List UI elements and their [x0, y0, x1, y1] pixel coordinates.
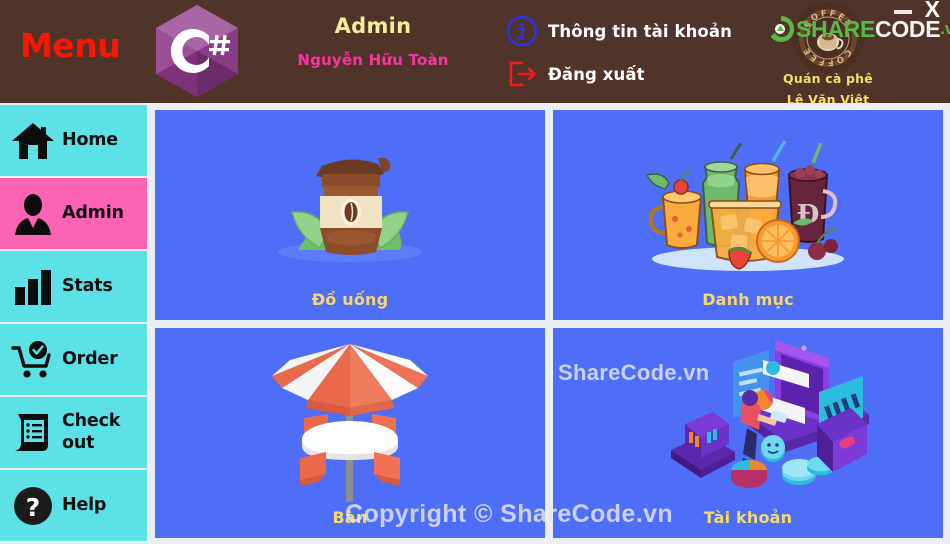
close-button[interactable]: X: [925, 0, 940, 21]
account-info-label: Thông tin tài khoản: [548, 21, 732, 41]
bar-chart-icon: [10, 264, 56, 310]
finance-isometric-art: [553, 332, 943, 502]
logout-link[interactable]: Đăng xuất: [505, 55, 775, 93]
sidebar-item-order[interactable]: Order: [0, 324, 147, 395]
account-info-link[interactable]: Thông tin tài khoản: [505, 12, 775, 50]
drinks-group-art: Ɖ: [553, 114, 943, 284]
admin-info-block: Admin Nguyễn Hữu Toàn: [258, 14, 488, 69]
sidebar-item-home[interactable]: Home: [0, 105, 147, 176]
tile-ban[interactable]: Bàn: [155, 328, 545, 538]
tile-do-uong[interactable]: Đồ uống: [155, 110, 545, 320]
sidebar-nav: Home Admin Stats Order Check out ? Help: [0, 105, 147, 544]
home-icon: [10, 118, 56, 164]
sidebar-item-help[interactable]: ? Help: [0, 470, 147, 541]
shop-brand: COFFEE COFFEE Quán cà phê Lê Văn Việt: [763, 1, 893, 103]
logout-icon: [505, 57, 539, 91]
tile-label: Bàn: [332, 508, 368, 527]
user-tie-icon: [10, 191, 56, 237]
info-circle-icon: [505, 14, 539, 48]
tile-label: Đồ uống: [311, 290, 389, 309]
minimize-button[interactable]: [894, 10, 912, 14]
tile-tai-khoan[interactable]: Tài khoản: [553, 328, 943, 538]
sidebar-item-label: Home: [62, 129, 118, 150]
page-title: Menu: [20, 26, 121, 65]
sidebar-item-label: Order: [62, 348, 118, 369]
admin-role-label: Admin: [334, 14, 412, 38]
tile-danh-muc[interactable]: Ɖ Danh mục: [553, 110, 943, 320]
sidebar-item-check-out[interactable]: Check out: [0, 397, 147, 468]
account-links: Thông tin tài khoản Đăng xuất: [505, 12, 775, 93]
admin-name-label: Nguyễn Hữu Toàn: [297, 51, 449, 69]
tile-label: Danh mục: [702, 290, 794, 309]
sidebar-item-stats[interactable]: Stats: [0, 251, 147, 322]
application-window: Menu Admin Nguyễn Hữu Toàn Thông tin tài…: [0, 0, 950, 544]
question-circle-icon: ?: [10, 483, 56, 529]
coffee-badge-icon: COFFEE COFFEE: [791, 1, 865, 75]
patio-table-umbrella-art: [155, 332, 545, 502]
receipt-icon: [10, 410, 56, 456]
logout-label: Đăng xuất: [548, 64, 645, 84]
svg-text:?: ?: [26, 493, 41, 522]
sidebar-item-label: Stats: [62, 275, 113, 296]
svg-text:Ɖ: Ɖ: [797, 200, 820, 230]
sidebar-item-label: Admin: [62, 202, 124, 223]
app-header: Menu Admin Nguyễn Hữu Toàn Thông tin tài…: [0, 0, 950, 103]
main-tile-grid: Đồ uống Ɖ Danh mục Bàn Tài khoản: [155, 110, 943, 538]
coffee-cup-art: [155, 114, 545, 284]
csharp-logo-icon: [152, 3, 242, 99]
sidebar-item-label: Check out: [62, 410, 121, 453]
tile-label: Tài khoản: [703, 508, 793, 527]
sidebar-item-label: Help: [62, 494, 107, 515]
sidebar-item-admin[interactable]: Admin: [0, 178, 147, 249]
brand-line-2: Lê Văn Việt: [786, 92, 870, 103]
cart-check-icon: [10, 337, 56, 383]
